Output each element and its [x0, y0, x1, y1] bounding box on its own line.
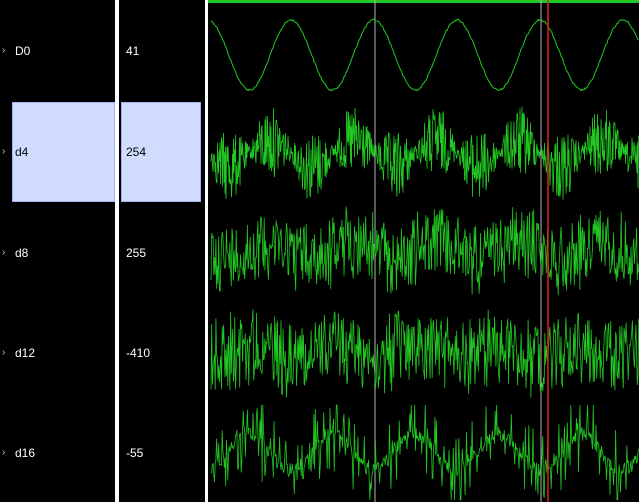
waveform-d12: [210, 309, 639, 398]
value-cell: -410: [119, 300, 205, 400]
channel-value: 254: [126, 145, 147, 159]
chevron-right-icon[interactable]: ›: [2, 45, 5, 57]
channel-row-d12[interactable]: › d12: [0, 300, 115, 400]
waveform-canvas[interactable]: [208, 0, 639, 502]
channel-value: 41: [126, 44, 140, 58]
chevron-right-icon[interactable]: ›: [2, 347, 5, 359]
channel-row-d0[interactable]: › D0: [0, 0, 115, 100]
channel-name-column: › D0 › d4 › d8 › d12 › d16: [0, 0, 115, 502]
channel-name: d16: [15, 446, 36, 460]
waveform-d4: [210, 106, 639, 201]
value-cell: 254: [119, 100, 205, 200]
channel-name: d12: [15, 346, 36, 360]
waveform-display[interactable]: [208, 0, 639, 502]
channel-name: d4: [15, 145, 29, 159]
channel-value: 255: [126, 246, 147, 260]
channel-name: D0: [15, 44, 31, 58]
chevron-right-icon[interactable]: ›: [2, 146, 5, 158]
channel-row-d16[interactable]: › d16: [0, 400, 115, 500]
value-cell: -55: [119, 400, 205, 500]
timeline-bar: [208, 0, 639, 3]
waveform-d0: [211, 18, 639, 92]
channel-row-d4[interactable]: › d4: [0, 100, 115, 200]
value-cell: 41: [119, 0, 205, 100]
channel-row-d8[interactable]: › d8: [0, 200, 115, 300]
chevron-right-icon[interactable]: ›: [2, 447, 5, 459]
waveform-d8: [210, 206, 639, 296]
waveform-d16: [210, 404, 639, 501]
waveforms: [210, 18, 639, 501]
value-cell: 255: [119, 200, 205, 300]
channel-name: d8: [15, 246, 29, 260]
channel-value-column: 41 254 255 -410 -55: [119, 0, 205, 502]
channel-value: -55: [126, 446, 144, 460]
chevron-right-icon[interactable]: ›: [2, 247, 5, 259]
channel-value: -410: [126, 346, 151, 360]
